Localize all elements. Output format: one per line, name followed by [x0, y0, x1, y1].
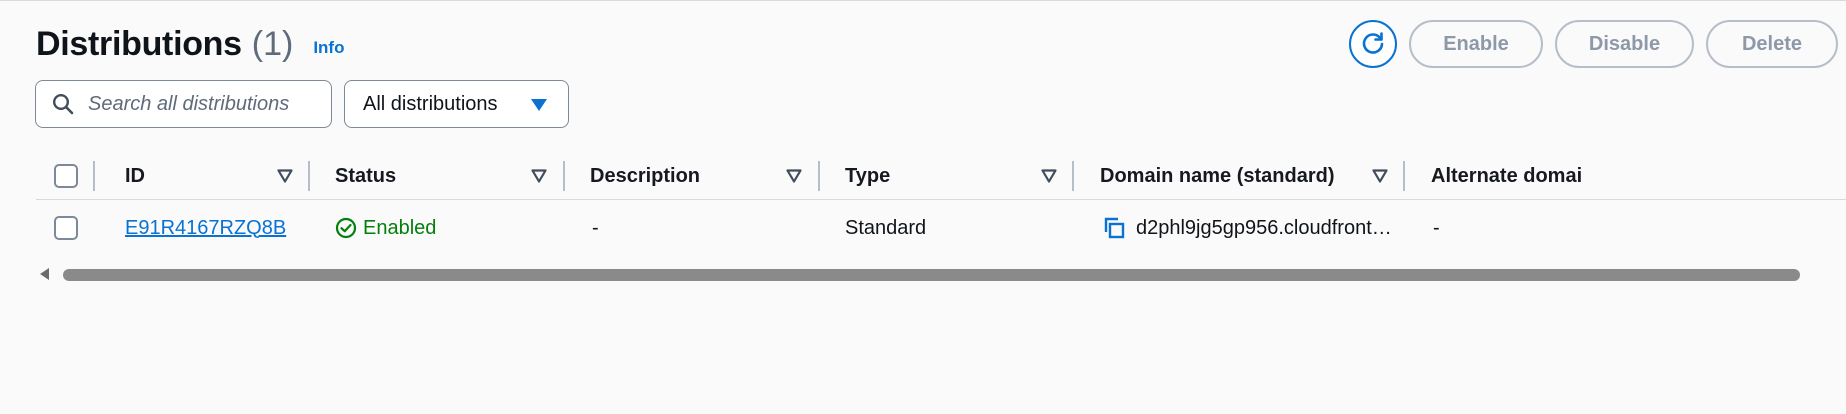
check-circle-icon [335, 217, 357, 239]
refresh-button[interactable] [1349, 20, 1397, 68]
domain-name: d2phl9jg5gp956.cloudfront… [1136, 216, 1392, 239]
caret-down-icon [531, 99, 547, 111]
horizontal-scrollbar[interactable] [36, 266, 1802, 282]
distribution-id[interactable]: E91R4167RZQ8B [125, 217, 286, 240]
sort-icon[interactable] [531, 169, 547, 183]
sort-icon[interactable] [277, 169, 293, 183]
column-header-description[interactable]: Description [590, 152, 700, 200]
column-header-status[interactable]: Status [335, 152, 396, 200]
refresh-icon [1362, 32, 1384, 54]
alternate-domain-cell: - [1433, 216, 1440, 239]
column-divider[interactable] [563, 161, 565, 191]
column-divider[interactable] [1072, 161, 1074, 191]
column-header-alternate-domain[interactable]: Alternate domai [1431, 152, 1582, 200]
column-divider[interactable] [818, 161, 820, 191]
column-divider[interactable] [1403, 161, 1405, 191]
sort-icon[interactable] [1372, 169, 1388, 183]
column-divider [93, 161, 95, 191]
column-header-type[interactable]: Type [845, 152, 890, 200]
column-divider[interactable] [308, 161, 310, 191]
distribution-id-link[interactable]: E91R4167RZQ8B [125, 200, 286, 256]
action-bar: Enable Disable Delete [0, 20, 1846, 68]
status-text: Enabled [363, 216, 437, 239]
scroll-left-arrow-icon[interactable] [40, 268, 50, 280]
top-border [0, 0, 1846, 1]
sort-icon[interactable] [786, 169, 802, 183]
scrollbar-thumb[interactable] [63, 269, 1800, 281]
status-cell: Enabled [335, 200, 436, 256]
delete-button[interactable]: Delete [1706, 20, 1838, 68]
enable-button[interactable]: Enable [1409, 20, 1543, 68]
table-row: E91R4167RZQ8B Enabled - Standard d2phl9j… [36, 200, 1846, 256]
column-header-id[interactable]: ID [125, 152, 145, 200]
domain-cell: d2phl9jg5gp956.cloudfront… [1102, 200, 1392, 256]
search-icon [52, 93, 74, 115]
search-input[interactable] [86, 91, 316, 117]
distributions-table: ID Status Description Type Domain name (… [36, 152, 1846, 256]
search-box[interactable] [35, 80, 332, 128]
select-value: All distributions [363, 92, 498, 115]
column-header-domain-name[interactable]: Domain name (standard) [1100, 152, 1334, 200]
distribution-filter-select[interactable]: All distributions [344, 80, 569, 128]
sort-icon[interactable] [1041, 169, 1057, 183]
row-checkbox[interactable] [54, 216, 78, 240]
disable-button[interactable]: Disable [1555, 20, 1694, 68]
copy-icon[interactable] [1102, 216, 1126, 240]
table-header: ID Status Description Type Domain name (… [36, 152, 1846, 200]
select-all-checkbox[interactable] [54, 164, 78, 188]
type-cell: Standard [845, 216, 927, 239]
description-cell: - [592, 216, 599, 239]
